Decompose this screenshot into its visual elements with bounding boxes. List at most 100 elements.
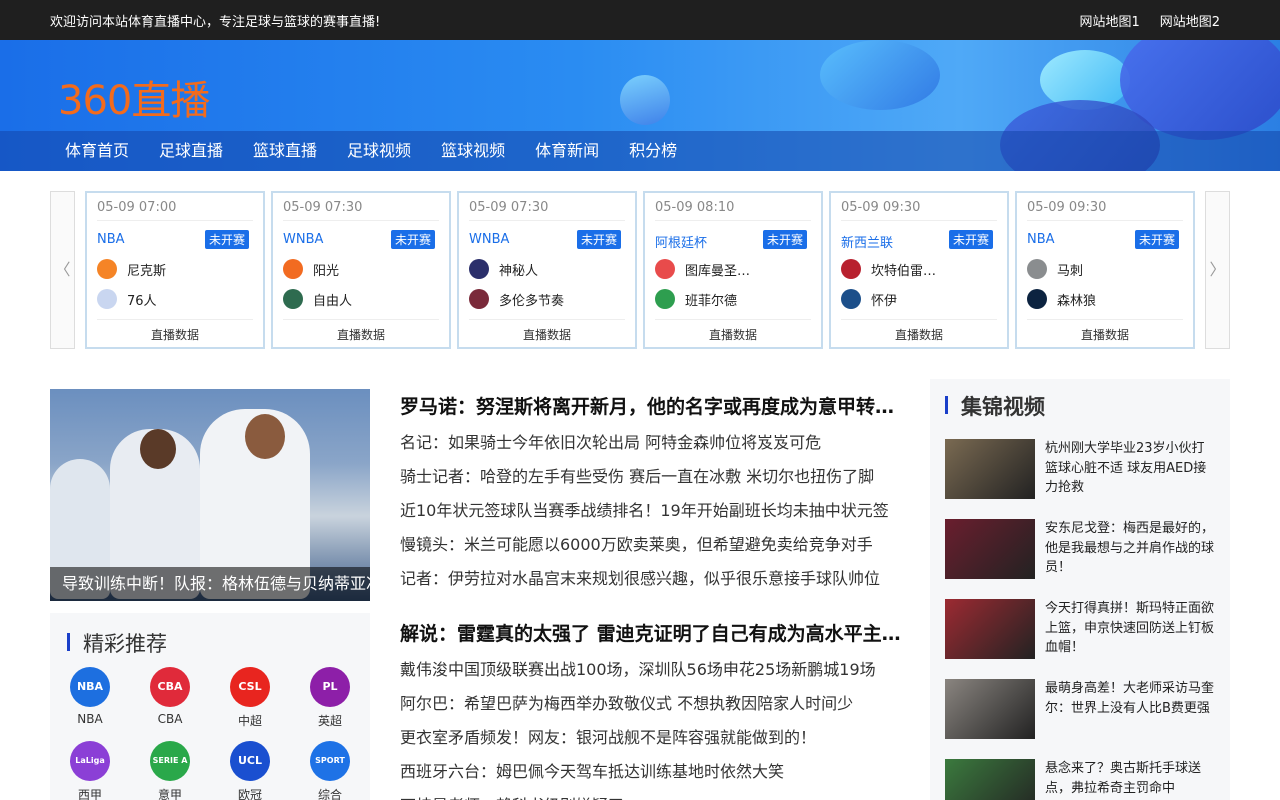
nav-standings[interactable]: 积分榜	[614, 131, 692, 171]
league-link[interactable]: PL 英超	[290, 667, 370, 729]
video-title[interactable]: 安东尼戈登：梅西是最好的，他是我最想与之并肩作战的球员！	[1045, 519, 1217, 578]
match-card[interactable]: 05-09 09:30 新西兰联 未开赛 坎特伯雷… 怀伊 直播数据	[829, 191, 1009, 349]
home-team[interactable]: 坎特伯雷…	[841, 259, 1001, 279]
match-league[interactable]: WNBA	[469, 232, 509, 247]
league-link[interactable]: CSL 中超	[210, 667, 290, 729]
team-logo-icon	[1027, 259, 1047, 279]
away-team[interactable]: 怀伊	[841, 289, 1001, 309]
nav-basketball-live[interactable]: 篮球直播	[238, 131, 332, 171]
news-item[interactable]: 记者：伊劳拉对水晶宫末来规划很感兴趣，似乎很乐意接手球队帅位	[400, 562, 910, 596]
recommend-title: 精彩推荐	[67, 628, 167, 658]
away-team[interactable]: 森林狼	[1027, 289, 1187, 309]
status-badge: 未开赛	[1134, 230, 1179, 249]
live-data-link[interactable]: 直播数据	[273, 326, 449, 343]
status-badge: 未开赛	[948, 230, 993, 249]
match-league[interactable]: 阿根廷杯	[655, 232, 707, 251]
chevron-left-icon[interactable]: 〈	[50, 191, 75, 349]
video-thumbnail[interactable]	[945, 599, 1035, 659]
player-head	[140, 429, 176, 469]
video-item[interactable]: 悬念来了？奥古斯托手球送点，弗拉希奇主罚命中	[945, 759, 1225, 800]
video-item[interactable]: 最萌身高差！大老师采访马奎尔：世界上没有人比B费更强	[945, 679, 1225, 739]
chevron-right-icon[interactable]: 〉	[1205, 191, 1230, 349]
live-data-link[interactable]: 直播数据	[645, 326, 821, 343]
news-item[interactable]: 近10年状元签球队当赛季战绩排名！19年开始副班长均未抽中状元签	[400, 494, 910, 528]
home-team[interactable]: 马刺	[1027, 259, 1187, 279]
league-link[interactable]: SERIE A 意甲	[130, 741, 210, 800]
match-league[interactable]: 新西兰联	[841, 232, 893, 251]
divider	[283, 319, 439, 320]
league-grid: NBA NBA CBA CBA CSL 中超 PL 英超 LaLiga 西甲 SERIE A 意甲 UC…	[50, 667, 370, 800]
league-link[interactable]: CBA CBA	[130, 667, 210, 729]
away-team[interactable]: 76人	[97, 289, 257, 309]
news-item[interactable]: 慢镜头：米兰可能愿以6000万欧卖莱奥，但希望避免卖给竞争对手	[400, 528, 910, 562]
nav-football-live[interactable]: 足球直播	[144, 131, 238, 171]
news-headline[interactable]: 解说：雷霆真的太强了 雷迪克证明了自己有成为高水平主帅的能力	[400, 619, 910, 649]
video-thumbnail[interactable]	[945, 519, 1035, 579]
video-thumbnail[interactable]	[945, 439, 1035, 499]
away-team[interactable]: 自由人	[283, 289, 443, 309]
video-title[interactable]: 最萌身高差！大老师采访马奎尔：世界上没有人比B费更强	[1045, 679, 1217, 718]
league-logo-icon: CBA	[150, 667, 190, 707]
league-link[interactable]: SPORT 综合	[290, 741, 370, 800]
team-logo-icon	[655, 259, 675, 279]
nav-home[interactable]: 体育首页	[50, 131, 144, 171]
player-head	[245, 414, 285, 459]
video-thumbnail[interactable]	[945, 759, 1035, 800]
hero-news-image[interactable]: 导致训练中断！队报：格林伍德与贝纳蒂亚冲突	[50, 389, 370, 601]
divider	[1027, 220, 1183, 221]
decor-shape	[820, 40, 940, 110]
match-card[interactable]: 05-09 07:00 NBA 未开赛 尼克斯 76人 直播数据	[85, 191, 265, 349]
news-headline[interactable]: 罗马诺：努涅斯将离开新月，他的名字或再度成为意甲转会市场焦点	[400, 392, 910, 422]
team-name: 自由人	[313, 293, 353, 309]
match-card[interactable]: 05-09 08:10 阿根廷杯 未开赛 图库曼圣… 班菲尔德 直播数据	[643, 191, 823, 349]
nav-football-video[interactable]: 足球视频	[332, 131, 426, 171]
home-team[interactable]: 尼克斯	[97, 259, 257, 279]
match-card[interactable]: 05-09 09:30 NBA 未开赛马刺森林狼直播数据	[1015, 191, 1195, 349]
match-time: 05-09 09:30	[1027, 200, 1107, 215]
home-team[interactable]: 神秘人	[469, 259, 629, 279]
video-title[interactable]: 杭州刚大学毕业23岁小伙打篮球心脏不适 球友用AED接力抢救	[1045, 439, 1217, 498]
video-item[interactable]: 今天打得真拼！斯玛特正面欲上篮，申京快速回防送上钉板血帽！	[945, 599, 1225, 659]
video-thumbnail[interactable]	[945, 679, 1035, 739]
league-link[interactable]: LaLiga 西甲	[50, 741, 130, 800]
status-badge: 未开赛	[390, 230, 435, 249]
nav-sports-news[interactable]: 体育新闻	[520, 131, 614, 171]
league-link[interactable]: UCL 欧冠	[210, 741, 290, 800]
live-data-link[interactable]: 直播数据	[459, 326, 635, 343]
sitemap-link-1[interactable]: 网站地图1	[1079, 11, 1139, 30]
away-team[interactable]: 多伦多节奏	[469, 289, 629, 309]
match-card[interactable]: 05-09 07:30 WNBA 未开赛 阳光 自由人 直播数据	[271, 191, 451, 349]
news-item[interactable]: 万炜是老师：赖科书级别嫌疑了	[400, 789, 910, 800]
video-title[interactable]: 悬念来了？奥古斯托手球送点，弗拉希奇主罚命中	[1045, 759, 1217, 798]
video-item[interactable]: 杭州刚大学毕业23岁小伙打篮球心脏不适 球友用AED接力抢救	[945, 439, 1225, 499]
live-data-link[interactable]: 直播数据	[1017, 326, 1193, 343]
live-data-link[interactable]: 直播数据	[87, 326, 263, 343]
news-item[interactable]: 骑士记者：哈登的左手有些受伤 赛后一直在冰敷 米切尔也扭伤了脚	[400, 460, 910, 494]
match-league[interactable]: NBA	[1027, 232, 1055, 247]
news-item[interactable]: 更衣室矛盾频发！网友：银河战舰不是阵容强就能做到的！	[400, 721, 910, 755]
news-item[interactable]: 名记：如果骑士今年依旧次轮出局 阿特金森帅位将岌岌可危	[400, 426, 910, 460]
live-data-link[interactable]: 直播数据	[831, 326, 1007, 343]
team-logo-icon	[841, 259, 861, 279]
league-label: 欧冠	[237, 788, 262, 800]
sitemap-link-2[interactable]: 网站地图2	[1160, 11, 1220, 30]
news-item[interactable]: 阿尔巴：希望巴萨为梅西举办致敬仪式 不想执教因陪家人时间少	[400, 687, 910, 721]
match-card[interactable]: 05-09 07:30 WNBA 未开赛 神秘人 多伦多节奏 直播数据	[457, 191, 637, 349]
news-item[interactable]: 戴伟浚中国顶级联赛出战100场，深圳队56场申花25场新鹏城19场	[400, 653, 910, 687]
nav-basketball-video[interactable]: 篮球视频	[426, 131, 520, 171]
team-name: 森林狼	[1057, 293, 1097, 309]
away-team[interactable]: 班菲尔德	[655, 289, 815, 309]
home-team[interactable]: 图库曼圣…	[655, 259, 815, 279]
home-team[interactable]: 阳光	[283, 259, 443, 279]
video-item[interactable]: 安东尼戈登：梅西是最好的，他是我最想与之并肩作战的球员！	[945, 519, 1225, 579]
hero-caption[interactable]: 导致训练中断！队报：格林伍德与贝纳蒂亚冲突	[50, 567, 370, 601]
site-logo[interactable]: 360直播	[58, 68, 210, 126]
league-label: 西甲	[77, 788, 102, 800]
match-league[interactable]: NBA	[97, 232, 125, 247]
news-item[interactable]: 西班牙六台：姆巴佩今天驾车抵达训练基地时依然大笑	[400, 755, 910, 789]
league-link[interactable]: NBA NBA	[50, 667, 130, 729]
video-title[interactable]: 今天打得真拼！斯玛特正面欲上篮，申京快速回防送上钉板血帽！	[1045, 599, 1217, 658]
decor-shape	[610, 65, 680, 135]
match-league[interactable]: WNBA	[283, 232, 323, 247]
header-banner: 360直播 体育首页 足球直播 篮球直播 足球视频 篮球视频 体育新闻 积分榜	[0, 40, 1280, 171]
